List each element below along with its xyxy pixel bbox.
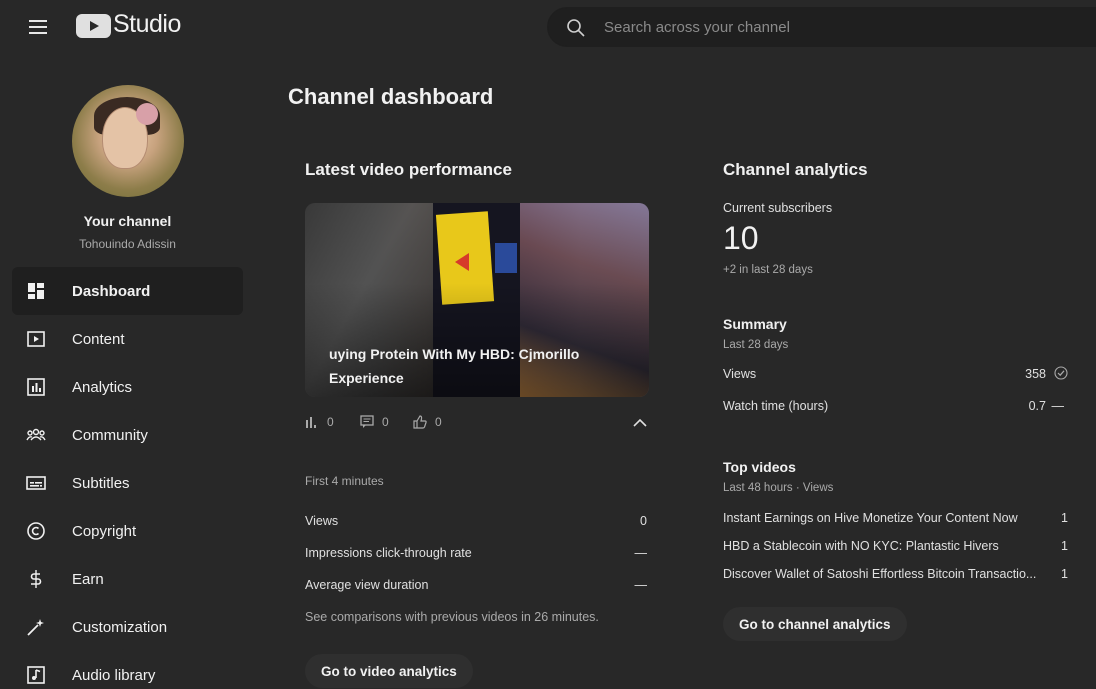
studio-logo[interactable]: Studio: [76, 10, 181, 39]
metric-row: Views 0: [305, 514, 647, 528]
summary-value: 0.7: [1028, 399, 1046, 413]
sidebar-item-content[interactable]: Content: [12, 315, 243, 363]
metric-value: —: [634, 578, 648, 592]
summary-label: Watch time (hours): [723, 399, 829, 413]
thumbs-up-icon: [413, 415, 427, 429]
go-to-video-analytics-button[interactable]: Go to video analytics: [305, 654, 473, 688]
magic-wand-icon: [27, 619, 44, 636]
top-video-title[interactable]: Discover Wallet of Satoshi Effortless Bi…: [723, 567, 1053, 581]
sidebar-item-earn[interactable]: Earn: [12, 555, 243, 603]
content-icon: [27, 331, 45, 347]
top-video-title[interactable]: HBD a Stablecoin with NO KYC: Plantastic…: [723, 539, 1053, 553]
thumbnail-light: [495, 243, 517, 273]
sidebar-item-label: Subtitles: [72, 474, 130, 492]
channel-name: Tohouindo Adissin: [79, 237, 176, 251]
youtube-play-icon: [76, 13, 111, 38]
sidebar-item-label: Copyright: [72, 522, 137, 540]
avatar[interactable]: [72, 85, 184, 197]
sidebar-item-dashboard[interactable]: Dashboard: [12, 267, 243, 315]
check-circle-icon: [1054, 366, 1068, 380]
top-videos-period: Last 48 hours · Views: [723, 482, 834, 494]
page-title: Channel dashboard: [288, 84, 494, 109]
summary-row: Views 358: [723, 366, 1068, 381]
sidebar-item-label: Dashboard: [72, 282, 151, 300]
dashboard-icon: [28, 283, 44, 299]
video-stats-row: 0 0 0: [305, 415, 650, 435]
menu-icon[interactable]: [24, 14, 52, 40]
likes-count: 0: [435, 415, 442, 429]
logo-text: Studio: [113, 10, 181, 38]
top-video-title[interactable]: Instant Earnings on Hive Monetize Your C…: [723, 511, 1053, 525]
latest-video-title: Latest video performance: [305, 160, 512, 179]
sidebar: Your channel Tohouindo Adissin Dashboard…: [0, 54, 255, 689]
copyright-icon: [27, 522, 45, 540]
top-videos-title: Top videos: [723, 459, 796, 475]
metric-row: Impressions click-through rate —: [305, 546, 647, 560]
top-bar: Studio: [0, 0, 1096, 54]
sidebar-item-community[interactable]: Community: [12, 411, 243, 459]
likes-stat: 0: [413, 415, 442, 429]
sidebar-item-label: Earn: [72, 570, 104, 588]
views-count: 0: [327, 415, 334, 429]
subscribers-count: 10: [723, 220, 759, 256]
subtitles-icon: [26, 476, 46, 490]
sidebar-item-label: Analytics: [72, 378, 133, 396]
search-bar[interactable]: [547, 7, 1096, 47]
top-video-views: 1: [1061, 511, 1068, 525]
summary-value: 358: [1025, 367, 1046, 381]
sidebar-item-customization[interactable]: Customization: [12, 603, 243, 651]
your-channel-label: Your channel: [83, 213, 172, 229]
chevron-up-icon[interactable]: [632, 417, 648, 429]
summary-label: Views: [723, 367, 757, 381]
metric-row: Average view duration —: [305, 578, 647, 592]
metric-value: —: [634, 546, 648, 560]
top-video-row[interactable]: Instant Earnings on Hive Monetize Your C…: [723, 511, 1068, 525]
sidebar-item-audio-library[interactable]: Audio library: [12, 651, 243, 689]
metric-label: Average view duration: [305, 578, 429, 592]
community-icon: [26, 428, 46, 441]
earn-icon: [30, 570, 42, 588]
sidebar-nav: Dashboard Content Analytics Community Su…: [12, 267, 243, 689]
comments-stat: 0: [360, 415, 389, 429]
go-to-channel-analytics-button[interactable]: Go to channel analytics: [723, 607, 907, 641]
channel-analytics-title: Channel analytics: [723, 160, 868, 179]
summary-title: Summary: [723, 316, 787, 332]
top-video-row[interactable]: HBD a Stablecoin with NO KYC: Plantastic…: [723, 539, 1068, 553]
thumbnail-arrow: [455, 253, 469, 271]
audio-library-icon: [27, 666, 45, 684]
top-video-views: 1: [1061, 567, 1068, 581]
video-thumbnail[interactable]: uying Protein With My HBD: Cjmorillo Exp…: [305, 203, 649, 397]
sidebar-item-label: Customization: [72, 618, 168, 636]
metric-label: Impressions click-through rate: [305, 546, 472, 560]
metric-label: Views: [305, 514, 339, 528]
comment-icon: [360, 415, 374, 428]
search-icon[interactable]: [566, 18, 586, 38]
comparison-note: See comparisons with previous videos in …: [305, 610, 599, 624]
summary-period: Last 28 days: [723, 339, 789, 351]
sidebar-item-copyright[interactable]: Copyright: [12, 507, 243, 555]
top-video-row[interactable]: Discover Wallet of Satoshi Effortless Bi…: [723, 567, 1068, 581]
top-video-views: 1: [1061, 539, 1068, 553]
sidebar-item-label: Audio library: [72, 666, 156, 684]
trend-indicator: —: [1051, 399, 1065, 413]
sidebar-item-subtitles[interactable]: Subtitles: [12, 459, 243, 507]
search-input[interactable]: [604, 8, 1084, 46]
analytics-icon: [27, 378, 45, 396]
latest-video-card: Latest video performance uying Protein W…: [305, 160, 650, 688]
channel-analytics-card: Channel analytics Current subscribers 10…: [723, 160, 1068, 641]
avatar-flower: [136, 103, 158, 125]
summary-row: Watch time (hours) 0.7 —: [723, 399, 1068, 413]
comments-count: 0: [382, 415, 389, 429]
subscribers-change: +2 in last 28 days: [723, 264, 813, 276]
sidebar-item-label: Community: [72, 426, 148, 444]
period-label: First 4 minutes: [305, 474, 384, 488]
metric-value: 0: [640, 514, 647, 528]
video-title[interactable]: uying Protein With My HBD: Cjmorillo Exp…: [329, 342, 619, 390]
views-stat: 0: [305, 415, 334, 429]
subscribers-label: Current subscribers: [723, 201, 833, 215]
sidebar-item-analytics[interactable]: Analytics: [12, 363, 243, 411]
sidebar-item-label: Content: [72, 330, 125, 348]
bar-chart-icon: [306, 417, 316, 428]
